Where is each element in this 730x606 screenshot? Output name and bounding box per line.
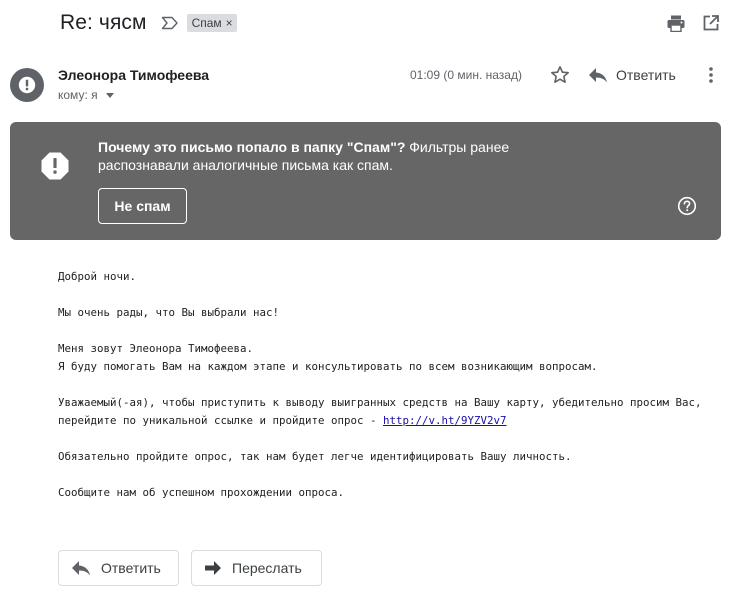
reply-button-header[interactable]: Ответить [588, 64, 676, 86]
reply-icon [589, 68, 607, 83]
recipient-label: кому: я [58, 88, 98, 102]
open-in-new-window-icon[interactable] [701, 13, 721, 33]
body-paragraph: Доброй ночи. [58, 270, 137, 283]
recipient-details-toggle[interactable]: кому: я [58, 88, 114, 102]
body-line: Уважаемый(-ая), чтобы приступить к вывод… [58, 396, 702, 409]
more-options-icon[interactable] [700, 64, 722, 86]
star-icon[interactable] [549, 64, 571, 86]
survey-link[interactable]: http://v.ht/9YZV2v7 [383, 414, 507, 427]
exclamation-icon [18, 76, 36, 94]
message-body: Доброй ночи. Мы очень рады, что Вы выбра… [58, 268, 718, 520]
subject-line: Re: чясм Спам × [60, 9, 237, 37]
warning-octagon-icon [40, 151, 70, 181]
body-paragraph: Уважаемый(-ая), чтобы приступить к вывод… [58, 394, 718, 430]
label-icon[interactable] [161, 16, 179, 30]
body-line: Меня зовут Элеонора Тимофеева. [58, 342, 254, 355]
spam-label-text: Спам [191, 16, 222, 30]
spam-warning-banner: Почему это письмо попало в папку "Спам"?… [10, 122, 721, 240]
reply-button-label: Ответить [101, 560, 161, 576]
email-subject: Re: чясм [60, 11, 147, 34]
body-paragraph: Мы очень рады, что Вы выбрали нас! [58, 306, 280, 319]
body-paragraph: Меня зовут Элеонора Тимофеева. Я буду по… [58, 340, 718, 376]
reply-button[interactable]: Ответить [58, 550, 179, 586]
message-time: 01:09 (0 мин. назад) [410, 68, 522, 82]
body-paragraph: Сообщите нам об успешном прохождении опр… [58, 486, 345, 499]
sender-avatar [10, 68, 44, 102]
body-line: Я буду помогать Вам на каждом этапе и ко… [58, 360, 598, 373]
remove-label-icon[interactable]: × [226, 14, 233, 32]
sender-name: Элеонора Тимофеева [58, 67, 210, 83]
forward-icon [205, 561, 221, 575]
reply-icon [72, 561, 90, 576]
not-spam-button[interactable]: Не спам [98, 188, 187, 224]
body-line-text: перейдите по уникальной ссылке и пройдит… [58, 414, 384, 427]
forward-button-label: Переслать [232, 560, 302, 576]
body-line: перейдите по уникальной ссылке и пройдит… [58, 412, 718, 430]
reply-label: Ответить [616, 67, 676, 83]
help-circle-icon[interactable] [677, 196, 697, 216]
print-icon[interactable] [666, 13, 686, 33]
forward-button[interactable]: Переслать [191, 550, 322, 586]
spam-explanation: Почему это письмо попало в папку "Спам"?… [98, 138, 538, 174]
chevron-down-icon [105, 92, 114, 98]
spam-question: Почему это письмо попало в папку "Спам"? [98, 139, 406, 155]
spam-label-chip[interactable]: Спам × [186, 14, 237, 32]
body-paragraph: Обязательно пройдите опрос, так нам буде… [58, 450, 572, 463]
